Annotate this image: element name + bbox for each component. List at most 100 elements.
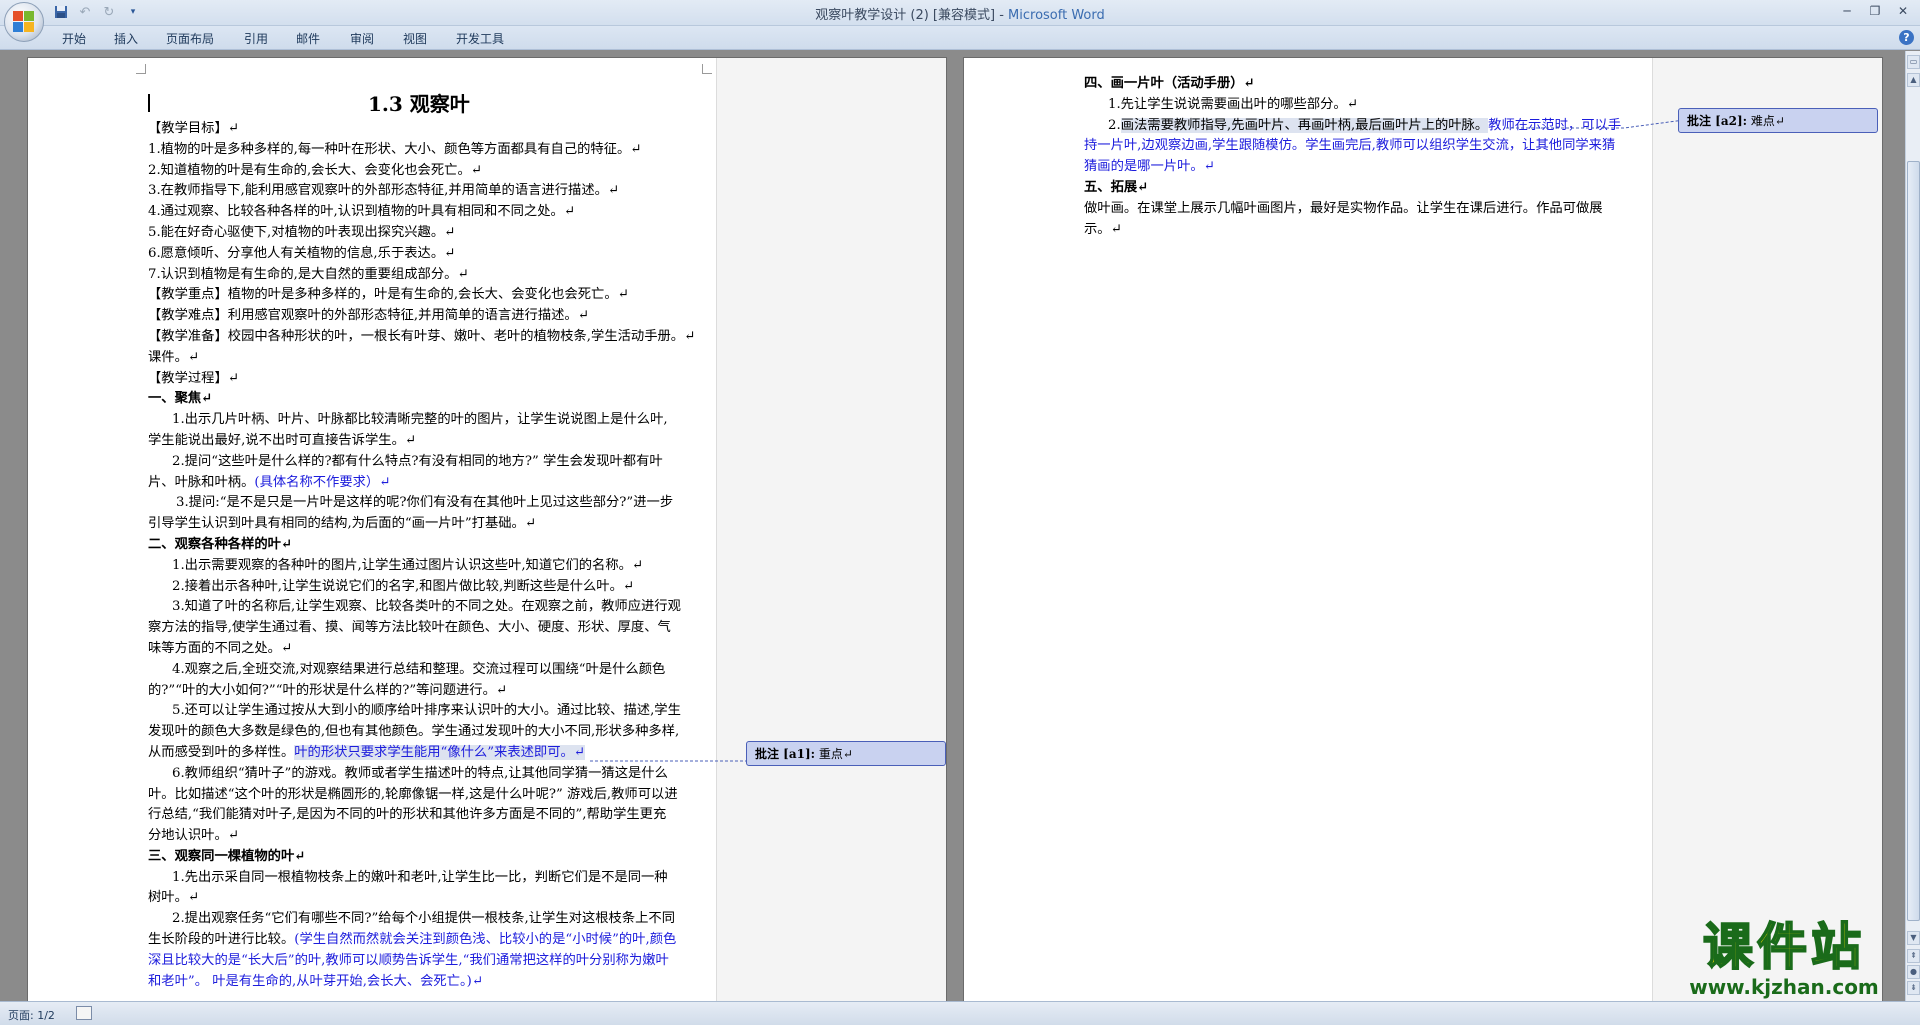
paragraph: 4.通过观察、比较各种各样的叶,认识到植物的叶具有相同和不同之处。↵ [148,204,575,220]
paragraph: 3.提问:“是不是只是一片叶是这样的呢?你们有没有在其他叶上见过这些部分?”进一… [176,495,674,511]
paragraph: 3.知道了叶的名称后,让学生观察、比较各类叶的不同之处。在观察之前，教师应进行观 [172,599,681,615]
section-heading: 四、画一片叶（活动手册）↵ [1084,76,1255,91]
margin-corner-mark [702,64,712,74]
revised-text: 持一片叶,边观察边画,学生跟随模仿。学生画完后,教师可以组织学生交流，让其他同学… [1084,138,1616,154]
tab-mailings[interactable]: 邮件 [292,30,324,47]
document-heading: 1.3 观察叶 [368,92,470,116]
scroll-thumb[interactable] [1907,161,1920,921]
paragraph: 2.知道植物的叶是有生命的,会长大、会变化也会死亡。↵ [148,162,482,178]
text-run: 从而感受到叶的多样性。 [148,744,295,760]
comment-text: 难点↵ [1747,114,1785,128]
margin-corner-mark [136,64,146,74]
paragraph: 【教学难点】利用感官观察叶的外部形态特征,并用简单的语言进行描述。↵ [148,308,589,324]
tab-developer[interactable]: 开发工具 [452,30,508,47]
tab-page-layout[interactable]: 页面布局 [162,30,218,47]
paragraph: 的?”“叶的大小如何?”“叶的形状是什么样的?”等问题进行。↵ [148,682,508,698]
paragraph: 【教学重点】植物的叶是多种多样的，叶是有生命的,会长大、会变化也会死亡。↵ [148,287,629,303]
page-1: 1.3 观察叶 【教学目标】↵ 1.植物的叶是多种多样的,每一种叶在形状、大小、… [27,57,947,1001]
scroll-up-icon[interactable]: ▲ [1907,73,1920,87]
tab-view[interactable]: 视图 [399,30,431,47]
revised-text: 和老叶”。 叶是有生命的,从叶芽开始,会长大、会死亡。)↵ [148,973,483,989]
revised-text: 猜画的是哪一片叶。↵ [1084,159,1215,175]
paragraph: 【教学过程】↵ [148,370,239,386]
text-cursor [148,94,150,112]
title-bar: ↶ ↻ ▾ 观察叶教学设计 (2) [兼容模式] - Microsoft Wor… [0,0,1920,26]
next-page-icon[interactable]: ⇟ [1907,981,1920,995]
watermark-text: 课件站 [1702,917,1865,977]
close-icon[interactable]: ✕ [1890,2,1916,20]
paragraph: 1.先让学生说说需要画出叶的哪些部分。↵ [1108,96,1358,112]
revised-text: 深且比较大的是“长大后”的叶,教师可以顺势告诉学生,“我们通常把这样的叶分别称为… [148,952,669,968]
app-name: Microsoft Word [1008,8,1105,23]
revised-text: (具体名称不作要求）↵ [254,474,391,490]
document-title: 观察叶教学设计 (2) [兼容模式] - [815,8,1009,23]
help-icon[interactable]: ? [1899,30,1914,45]
tab-references[interactable]: 引用 [240,30,272,47]
paragraph: 2.提出观察任务“它们有哪些不同?”给每个小组提供一根枝条,让学生对这根枝条上不… [172,911,676,927]
window-controls: ─ ❐ ✕ [1834,2,1916,20]
paragraph: 7.认识到植物是有生命的,是大自然的重要组成部分。↵ [148,266,469,282]
window-title: 观察叶教学设计 (2) [兼容模式] - Microsoft Word [0,4,1920,23]
paragraph: 学生能说出最好,说不出时可直接告诉学生。↵ [148,432,417,448]
vertical-scrollbar[interactable]: ▭ ▲ ▼ ⇞ ● ⇟ [1905,51,1920,1001]
paragraph: 6.愿意倾听、分享他人有关植物的信息,乐于表达。↵ [148,245,456,261]
paragraph: 1.先出示采自同一根植物枝条上的嫩叶和老叶,让学生比一比，判断它们是不是同一种 [172,869,668,885]
watermark-url: www.kjzhan.com [1689,975,1879,999]
comment-balloon[interactable]: 批注 [a1]: 重点↵ [746,741,946,766]
paragraph: 分地认识叶。↵ [148,828,239,844]
document-area: 1.3 观察叶 【教学目标】↵ 1.植物的叶是多种多样的,每一种叶在形状、大小、… [0,51,1905,1001]
commented-text[interactable]: 叶的形状只要求学生能用“像什么”来表述即可。↵ [294,744,585,760]
scroll-down-icon[interactable]: ▼ [1907,931,1920,945]
paragraph: 引导学生认识到叶具有相同的结构,为后面的“画一片叶”打基础。↵ [148,516,536,532]
comment-margin-panel [1652,58,1882,1001]
tab-review[interactable]: 审阅 [346,30,378,47]
status-bar: 页面: 1/2 [0,1001,1920,1025]
comment-label: 批注 [a1]: [755,747,816,761]
paragraph: 课件。↵ [148,349,200,365]
paragraph: 行总结,“我们能猜对叶子,是因为不同的叶的形状和其他许多方面是不同的”,帮助学生… [148,807,667,823]
paragraph: 示。↵ [1084,221,1122,237]
text-run: 生长阶段的叶进行比较。 [148,932,295,948]
section-heading: 二、观察各种各样的叶↵ [148,536,293,552]
comment-text: 重点↵ [815,747,853,761]
comment-balloon[interactable]: 批注 [a2]: 难点↵ [1678,108,1878,133]
paragraph: 做叶画。在课堂上展示几幅叶画图片，最好是实物作品。让学生在课后进行。作品可做展 [1084,200,1603,216]
ribbon-tabs: 开始 插入 页面布局 引用 邮件 审阅 视图 开发工具 ? [0,26,1920,50]
paragraph: 1.出示需要观察的各种叶的图片,让学生通过图片认识这些叶,知道它们的名称。↵ [172,557,644,573]
comment-margin-panel [716,58,946,1001]
comment-label: 批注 [a2]: [1687,114,1748,128]
paragraph: 5.还可以让学生通过按从大到小的顺序给叶排序来认识叶的大小。通过比较、描述,学生 [172,703,681,719]
page1-body[interactable]: 【教学目标】↵ 1.植物的叶是多种多样的,每一种叶在形状、大小、颜色等方面都具有… [148,119,708,992]
select-browse-object-icon[interactable]: ● [1907,965,1920,979]
paragraph: 树叶。↵ [148,890,200,906]
office-button[interactable] [4,2,44,42]
paragraph: 5.能在好奇心驱使下,对植物的叶表现出探究兴趣。↵ [148,224,456,240]
paragraph: 1.植物的叶是多种多样的,每一种叶在形状、大小、颜色等方面都具有自己的特征。↵ [148,141,642,157]
comment-connector [590,760,748,762]
revised-text: (学生自然而然就会关注到颜色浅、比较小的是“小时候”的叶,颜色 [294,932,677,948]
page-count[interactable]: 页面: 1/2 [8,1007,55,1023]
paragraph: 4.观察之后,全班交流,对观察结果进行总结和整理。交流过程可以围绕“叶是什么颜色 [172,661,666,677]
tab-insert[interactable]: 插入 [110,30,142,47]
paragraph: 3.在教师指导下,能利用感官观察叶的外部形态特征,并用简单的语言进行描述。↵ [148,183,620,199]
page2-body[interactable]: 四、画一片叶（活动手册）↵ 1.先让学生说说需要画出叶的哪些部分。↵ 2.画法需… [1084,74,1649,240]
text-run: 2. [1108,117,1121,133]
minimize-icon[interactable]: ─ [1834,2,1860,20]
office-logo-icon [13,11,35,33]
previous-page-icon[interactable]: ⇞ [1907,949,1920,963]
paragraph: 味等方面的不同之处。↵ [148,640,293,656]
restore-icon[interactable]: ❐ [1862,2,1888,20]
tab-home[interactable]: 开始 [58,30,90,47]
paragraph: 2.接着出示各种叶,让学生说说它们的名字,和图片做比较,判断这些是什么叶。↵ [172,578,635,594]
paragraph: 片、叶脉和叶柄。(具体名称不作要求）↵ [148,473,708,494]
paragraph: 【教学准备】校园中各种形状的叶，一根长有叶芽、嫩叶、老叶的植物枝条,学生活动手册… [148,328,696,344]
proofing-icon[interactable] [76,1006,92,1020]
page-2: 四、画一片叶（活动手册）↵ 1.先让学生说说需要画出叶的哪些部分。↵ 2.画法需… [963,57,1883,1001]
watermark-logo: 课件站 www.kjzhan.com [1668,917,1900,999]
text-run: 片、叶脉和叶柄。 [148,474,255,490]
paragraph: 察方法的指导,使学生通过看、摸、闻等方法比较叶在颜色、大小、硬度、形状、厚度、气 [148,620,671,636]
paragraph: 发现叶的颜色大多数是绿色的,但也有其他颜色。学生通过发现叶的大小不同,形状多种多… [148,724,680,740]
paragraph: 生长阶段的叶进行比较。(学生自然而然就会关注到颜色浅、比较小的是“小时候”的叶,… [148,930,708,951]
commented-text[interactable]: 画法需要教师指导,先画叶片、再画叶柄,最后画叶片上的叶脉。 [1120,117,1489,133]
ruler-toggle-icon[interactable]: ▭ [1907,55,1920,69]
